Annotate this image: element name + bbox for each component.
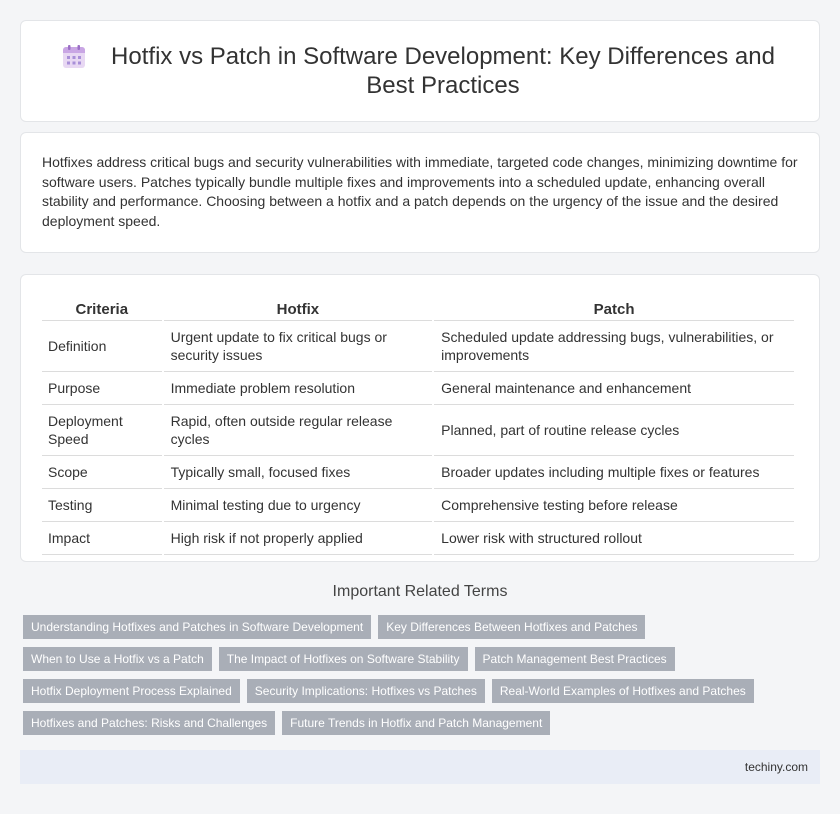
table-cell: Immediate problem resolution — [163, 372, 433, 405]
table-row: Scope Typically small, focused fixes Bro… — [42, 456, 794, 489]
table-cell: Purpose — [42, 372, 162, 405]
page-title: Hotfix vs Patch in Software Development:… — [111, 43, 775, 99]
table-row: Deployment Speed Rapid, often outside re… — [42, 405, 794, 456]
related-term-link[interactable]: When to Use a Hotfix vs a Patch — [23, 647, 212, 671]
related-terms-list: Understanding Hotfixes and Patches in So… — [23, 615, 783, 743]
table-cell: Lower risk with structured rollout — [434, 522, 794, 555]
related-term-link[interactable]: Hotfix Deployment Process Explained — [23, 679, 240, 703]
related-term-link[interactable]: The Impact of Hotfixes on Software Stabi… — [218, 647, 468, 671]
table-header-row: Criteria Hotfix Patch — [42, 295, 794, 321]
table-cell: Comprehensive testing before release — [434, 489, 794, 522]
related-term-link[interactable]: Security Implications: Hotfixes vs Patch… — [246, 679, 485, 703]
header-card: Hotfix vs Patch in Software Development:… — [20, 20, 820, 122]
table-cell: General maintenance and enhancement — [434, 372, 794, 405]
comparison-table: Criteria Hotfix Patch Definition Urgent … — [40, 295, 796, 555]
related-term-link[interactable]: Hotfixes and Patches: Risks and Challeng… — [23, 711, 276, 735]
intro-card: Hotfixes address critical bugs and secur… — [20, 132, 820, 253]
table-cell: Testing — [42, 489, 162, 522]
table-cell: Rapid, often outside regular release cyc… — [163, 405, 433, 456]
table-row: Definition Urgent update to fix critical… — [42, 321, 794, 372]
calendar-icon — [63, 45, 85, 68]
table-row: Testing Minimal testing due to urgency C… — [42, 489, 794, 522]
footer: techiny.com — [20, 750, 820, 784]
table-row: Purpose Immediate problem resolution Gen… — [42, 372, 794, 405]
header-hotfix: Hotfix — [163, 295, 433, 321]
table-cell: Broader updates including multiple fixes… — [434, 456, 794, 489]
intro-text: Hotfixes address critical bugs and secur… — [42, 154, 798, 229]
table-row: Impact High risk if not properly applied… — [42, 522, 794, 555]
table-cell: Minimal testing due to urgency — [163, 489, 433, 522]
related-term-link[interactable]: Patch Management Best Practices — [474, 647, 675, 671]
header-criteria: Criteria — [42, 295, 162, 321]
header-patch: Patch — [434, 295, 794, 321]
related-term-link[interactable]: Future Trends in Hotfix and Patch Manage… — [282, 711, 551, 735]
related-term-link[interactable]: Understanding Hotfixes and Patches in So… — [23, 615, 372, 639]
related-term-link[interactable]: Real-World Examples of Hotfixes and Patc… — [491, 679, 754, 703]
table-cell: Urgent update to fix critical bugs or se… — [163, 321, 433, 372]
table-cell: Definition — [42, 321, 162, 372]
comparison-table-card: Criteria Hotfix Patch Definition Urgent … — [20, 274, 820, 562]
footer-site-link[interactable]: techiny.com — [745, 760, 808, 774]
table-cell: High risk if not properly applied — [163, 522, 433, 555]
table-cell: Typically small, focused fixes — [163, 456, 433, 489]
table-cell: Planned, part of routine release cycles — [434, 405, 794, 456]
related-term-link[interactable]: Key Differences Between Hotfixes and Pat… — [378, 615, 646, 639]
related-terms-title: Important Related Terms — [332, 583, 508, 600]
table-cell: Deployment Speed — [42, 405, 162, 456]
table-cell: Impact — [42, 522, 162, 555]
table-cell: Scope — [42, 456, 162, 489]
table-cell: Scheduled update addressing bugs, vulner… — [434, 321, 794, 372]
